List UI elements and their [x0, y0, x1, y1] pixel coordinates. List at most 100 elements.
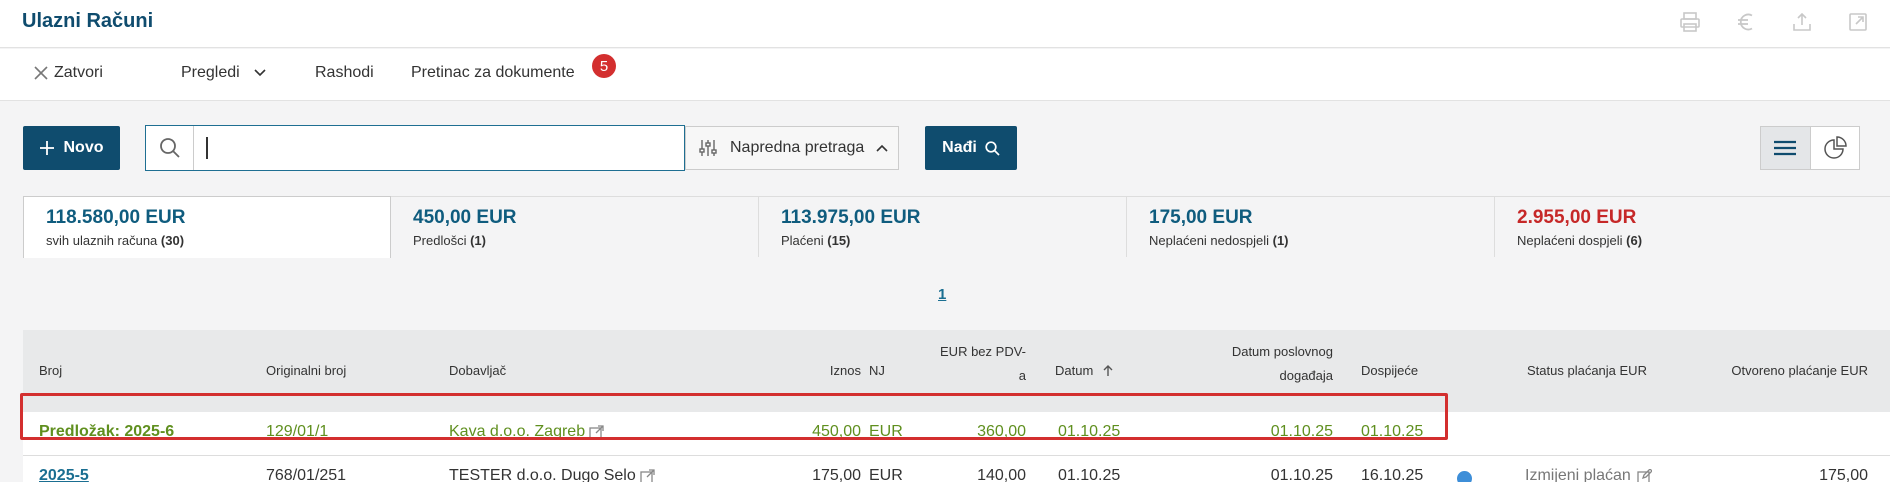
sort-ascending-icon: [1103, 365, 1113, 376]
summary-amount: 2.955,00 EUR: [1517, 207, 1637, 228]
column-header-dospijece[interactable]: Dospijeće: [1361, 360, 1418, 382]
supplier-name: TESTER d.o.o. Dugo Selo: [449, 467, 636, 482]
invoice-number-link[interactable]: Predložak: 2025-6: [39, 423, 174, 441]
external-link-icon: [640, 468, 655, 482]
currency: EUR: [869, 423, 903, 440]
invoice-number-link[interactable]: 2025-5: [39, 467, 89, 482]
find-label: Nađi: [942, 139, 977, 156]
column-header-status[interactable]: Status plaćanja EUR: [1527, 360, 1647, 382]
date: 01.10.25: [1058, 467, 1121, 482]
chevron-down-icon: [254, 69, 266, 77]
search-input[interactable]: [194, 126, 684, 170]
summary-amount: 118.580,00 EUR: [46, 207, 186, 228]
business-event-date: 01.10.25: [1270, 423, 1333, 440]
euro-icon[interactable]: [1732, 8, 1760, 36]
advanced-search-label: Napredna pretraga: [730, 139, 865, 156]
summary-count: (1): [1272, 233, 1289, 248]
column-header-datum[interactable]: Datum: [1055, 360, 1113, 382]
list-icon: [1774, 140, 1797, 156]
amount-without-vat: 140,00: [977, 467, 1026, 482]
column-header-datum-poslovnog[interactable]: Datum poslovnog događaja: [1183, 340, 1333, 388]
column-header-nj[interactable]: NJ: [869, 360, 885, 382]
summary-tile-paid[interactable]: 113.975,00 EUR Plaćeni (15): [759, 196, 1127, 257]
payment-status-label: Izmijeni plaćan: [1525, 467, 1631, 482]
close-label: Zatvori: [54, 64, 103, 81]
column-header-originalni-broj[interactable]: Originalni broj: [266, 360, 346, 382]
plus-icon: [39, 141, 54, 155]
summary-tile-templates[interactable]: 450,00 EUR Predlošci (1): [391, 196, 759, 257]
amount-without-vat: 360,00: [977, 423, 1026, 440]
list-view-button[interactable]: [1761, 127, 1811, 169]
find-button[interactable]: Nađi: [925, 126, 1017, 170]
chevron-up-icon: [876, 144, 888, 152]
summary-amount: 175,00 EUR: [1149, 207, 1253, 228]
column-header-datum-poslovnog-line1: Datum poslovnog: [1231, 344, 1333, 359]
table-row[interactable]: 2025-5 768/01/251 TESTER d.o.o. Dugo Sel…: [23, 456, 1890, 482]
views-dropdown[interactable]: Pregledi: [181, 64, 266, 82]
pagination-page-1[interactable]: 1: [938, 286, 946, 303]
edit-icon: [1637, 468, 1652, 482]
summary-label: Plaćeni: [781, 233, 824, 248]
summary-label: Neplaćeni nedospjeli: [1149, 233, 1269, 248]
summary-count: (15): [827, 233, 851, 248]
summary-tiles: 118.580,00 EUR svih ulaznih računa (30) …: [23, 196, 1890, 258]
external-window-icon[interactable]: [1844, 8, 1872, 36]
amount: 175,00: [812, 467, 861, 482]
document-box-badge: 5: [592, 54, 616, 78]
views-label: Pregledi: [181, 64, 240, 81]
original-number: 768/01/251: [266, 467, 347, 482]
print-icon[interactable]: [1676, 8, 1704, 36]
external-link-icon: [589, 424, 604, 440]
summary-amount: 450,00 EUR: [413, 207, 517, 228]
chart-view-button[interactable]: [1811, 127, 1860, 169]
search-icon: [985, 140, 1000, 156]
business-event-date: 01.10.25: [1270, 467, 1333, 482]
supplier-link[interactable]: Kava d.o.o. Zagreb: [449, 423, 604, 441]
header-actions: [1676, 8, 1872, 36]
search-icon: [159, 138, 180, 158]
currency: EUR: [869, 467, 903, 482]
column-header-eur-bez-pdv-line1: EUR bez PDV-: [940, 344, 1026, 359]
amount: 450,00: [812, 423, 861, 440]
summary-tile-unpaid-overdue[interactable]: 2.955,00 EUR Neplaćeni dospjeli (6): [1495, 196, 1890, 257]
summary-count: (6): [1626, 233, 1643, 248]
advanced-search-toggle[interactable]: Napredna pretraga: [685, 126, 899, 170]
summary-count: (30): [160, 233, 185, 248]
column-header-dobavljac[interactable]: Dobavljač: [449, 360, 506, 382]
date: 01.10.25: [1058, 423, 1121, 440]
column-header-eur-bez-pdv[interactable]: EUR bez PDV- a: [923, 340, 1026, 388]
supplier-link[interactable]: TESTER d.o.o. Dugo Selo: [449, 467, 655, 482]
due-date: 16.10.25: [1361, 467, 1424, 482]
column-header-eur-bez-pdv-line2: a: [1018, 368, 1026, 383]
summary-amount: 113.975,00 EUR: [781, 207, 921, 228]
edit-payment-link[interactable]: Izmijeni plaćan: [1525, 467, 1652, 482]
expenses-menu-item[interactable]: Rashodi: [315, 64, 374, 82]
new-button[interactable]: Novo: [23, 126, 120, 170]
due-date: 01.10.25: [1361, 423, 1424, 440]
view-toggle: [1760, 126, 1860, 170]
pie-chart-icon: [1824, 136, 1847, 159]
upload-icon[interactable]: [1788, 8, 1816, 36]
status-dot: [1457, 471, 1472, 482]
document-box-menu-item[interactable]: Pretinac za dokumente: [411, 64, 575, 82]
sliders-icon: [699, 140, 717, 156]
supplier-name: Kava d.o.o. Zagreb: [449, 423, 586, 440]
close-icon: [34, 66, 48, 80]
text-cursor: [206, 137, 208, 159]
close-button[interactable]: Zatvori: [34, 64, 103, 82]
column-header-broj[interactable]: Broj: [39, 360, 62, 382]
table-row[interactable]: Predložak: 2025-6 129/01/1 Kava d.o.o. Z…: [23, 412, 1890, 456]
new-label: Novo: [63, 139, 104, 156]
summary-count: (1): [470, 233, 486, 248]
column-header-iznos[interactable]: Iznos: [783, 360, 861, 382]
column-header-otvoreno[interactable]: Otvoreno plaćanje EUR: [1683, 360, 1868, 382]
column-header-datum-poslovnog-line2: događaja: [1279, 368, 1334, 383]
search-icon-box[interactable]: [146, 126, 194, 170]
summary-tile-unpaid-not-due[interactable]: 175,00 EUR Neplaćeni nedospjeli (1): [1127, 196, 1495, 257]
column-header-datum-label: Datum: [1055, 363, 1094, 378]
invoices-table: Broj Originalni broj Dobavljač Iznos NJ …: [23, 330, 1890, 482]
summary-label: Neplaćeni dospjeli: [1517, 233, 1623, 248]
summary-label: svih ulaznih računa: [46, 233, 158, 248]
search-box: [145, 125, 685, 171]
summary-tile-all[interactable]: 118.580,00 EUR svih ulaznih računa (30): [23, 196, 391, 258]
